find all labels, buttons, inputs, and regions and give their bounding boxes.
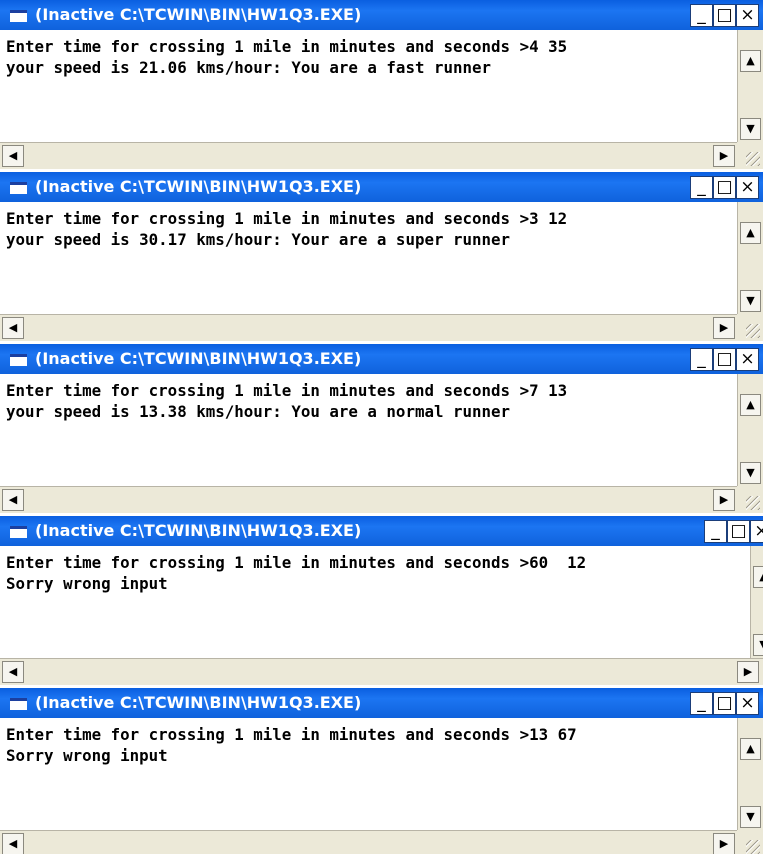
window-titlebar[interactable]: (Inactive C:\TCWIN\BIN\HW1Q3.EXE) _ □ × xyxy=(0,0,763,30)
console-line-prompt: Enter time for crossing 1 mile in minute… xyxy=(6,725,577,744)
close-button[interactable]: × xyxy=(736,692,759,715)
resize-grip-icon[interactable] xyxy=(737,486,763,513)
window-titlebar[interactable]: (Inactive C:\TCWIN\BIN\HW1Q3.EXE) _ □ × xyxy=(0,516,763,546)
window-title: (Inactive C:\TCWIN\BIN\HW1Q3.EXE) xyxy=(35,177,362,196)
window-titlebar[interactable]: (Inactive C:\TCWIN\BIN\HW1Q3.EXE) _ □ × xyxy=(0,344,763,374)
horizontal-scrollbar[interactable]: ◀ ▶ xyxy=(0,658,763,685)
vertical-scrollbar[interactable]: ▲ ▼ xyxy=(750,546,763,658)
console-window-4: (Inactive C:\TCWIN\BIN\HW1Q3.EXE) _ □ × … xyxy=(0,516,763,685)
maximize-button[interactable]: □ xyxy=(713,692,736,715)
minimize-button[interactable]: _ xyxy=(690,4,713,27)
console-line-result: Sorry wrong input xyxy=(6,746,168,765)
scroll-left-arrow-icon[interactable]: ◀ xyxy=(2,489,24,511)
console-window-2: (Inactive C:\TCWIN\BIN\HW1Q3.EXE) _ □ × … xyxy=(0,172,763,341)
scroll-right-arrow-icon[interactable]: ▶ xyxy=(713,317,735,339)
console-line-prompt: Enter time for crossing 1 mile in minute… xyxy=(6,381,568,400)
window-title: (Inactive C:\TCWIN\BIN\HW1Q3.EXE) xyxy=(35,349,362,368)
resize-grip-icon[interactable] xyxy=(737,830,763,854)
maximize-button[interactable]: □ xyxy=(713,348,736,371)
scroll-right-arrow-icon[interactable]: ▶ xyxy=(713,145,735,167)
horizontal-scrollbar[interactable]: ◀ ▶ xyxy=(0,830,737,854)
console-line-result: Sorry wrong input xyxy=(6,574,168,593)
scroll-left-arrow-icon[interactable]: ◀ xyxy=(2,661,24,683)
console-output[interactable]: Enter time for crossing 1 mile in minute… xyxy=(0,374,737,486)
scroll-left-arrow-icon[interactable]: ◀ xyxy=(2,145,24,167)
window-title: (Inactive C:\TCWIN\BIN\HW1Q3.EXE) xyxy=(35,693,362,712)
vertical-scrollbar[interactable]: ▲ ▼ xyxy=(737,30,763,142)
scroll-right-arrow-icon[interactable]: ▶ xyxy=(713,489,735,511)
scroll-left-arrow-icon[interactable]: ◀ xyxy=(2,833,24,854)
scroll-right-arrow-icon[interactable]: ▶ xyxy=(713,833,735,854)
scroll-down-arrow-icon[interactable]: ▼ xyxy=(740,462,761,484)
maximize-button[interactable]: □ xyxy=(727,520,750,543)
console-line-result: your speed is 30.17 kms/hour: Your are a… xyxy=(6,230,511,249)
console-line-prompt: Enter time for crossing 1 mile in minute… xyxy=(6,553,587,572)
vertical-scrollbar[interactable]: ▲ ▼ xyxy=(737,718,763,830)
console-line-prompt: Enter time for crossing 1 mile in minute… xyxy=(6,209,568,228)
window-title: (Inactive C:\TCWIN\BIN\HW1Q3.EXE) xyxy=(35,5,362,24)
vertical-scrollbar[interactable]: ▲ ▼ xyxy=(737,374,763,486)
console-window-icon[interactable] xyxy=(10,526,27,538)
console-window-icon[interactable] xyxy=(10,354,27,366)
scroll-up-arrow-icon[interactable]: ▲ xyxy=(740,222,761,244)
vertical-scrollbar[interactable]: ▲ ▼ xyxy=(737,202,763,314)
console-window-icon[interactable] xyxy=(10,10,27,22)
horizontal-scrollbar[interactable]: ◀ ▶ xyxy=(0,142,737,169)
minimize-button[interactable]: _ xyxy=(690,176,713,199)
console-line-result: your speed is 13.38 kms/hour: You are a … xyxy=(6,402,511,421)
close-button[interactable]: × xyxy=(736,348,759,371)
scroll-up-arrow-icon[interactable]: ▲ xyxy=(740,738,761,760)
window-titlebar[interactable]: (Inactive C:\TCWIN\BIN\HW1Q3.EXE) _ □ × xyxy=(0,688,763,718)
resize-grip-icon[interactable] xyxy=(737,142,763,169)
horizontal-scrollbar[interactable]: ◀ ▶ xyxy=(0,314,737,341)
console-output[interactable]: Enter time for crossing 1 mile in minute… xyxy=(0,30,737,142)
close-button[interactable]: × xyxy=(736,4,759,27)
scroll-down-arrow-icon[interactable]: ▼ xyxy=(740,806,761,828)
console-output[interactable]: Enter time for crossing 1 mile in minute… xyxy=(0,718,737,830)
minimize-button[interactable]: _ xyxy=(704,520,727,543)
scroll-down-arrow-icon[interactable]: ▼ xyxy=(740,290,761,312)
horizontal-scrollbar[interactable]: ◀ ▶ xyxy=(0,486,737,513)
console-window-icon[interactable] xyxy=(10,182,27,194)
resize-grip-icon[interactable] xyxy=(737,314,763,341)
scroll-up-arrow-icon[interactable]: ▲ xyxy=(740,50,761,72)
console-window-5: (Inactive C:\TCWIN\BIN\HW1Q3.EXE) _ □ × … xyxy=(0,688,763,854)
console-window-icon[interactable] xyxy=(10,698,27,710)
minimize-button[interactable]: _ xyxy=(690,348,713,371)
close-button[interactable]: × xyxy=(750,520,763,543)
minimize-button[interactable]: _ xyxy=(690,692,713,715)
console-output[interactable]: Enter time for crossing 1 mile in minute… xyxy=(0,202,737,314)
console-line-result: your speed is 21.06 kms/hour: You are a … xyxy=(6,58,492,77)
console-line-prompt: Enter time for crossing 1 mile in minute… xyxy=(6,37,568,56)
close-button[interactable]: × xyxy=(736,176,759,199)
window-title: (Inactive C:\TCWIN\BIN\HW1Q3.EXE) xyxy=(35,521,362,540)
console-window-3: (Inactive C:\TCWIN\BIN\HW1Q3.EXE) _ □ × … xyxy=(0,344,763,513)
console-output[interactable]: Enter time for crossing 1 mile in minute… xyxy=(0,546,750,658)
scroll-down-arrow-icon[interactable]: ▼ xyxy=(740,118,761,140)
scroll-up-arrow-icon[interactable]: ▲ xyxy=(740,394,761,416)
scroll-up-arrow-icon[interactable]: ▲ xyxy=(753,566,763,588)
maximize-button[interactable]: □ xyxy=(713,176,736,199)
maximize-button[interactable]: □ xyxy=(713,4,736,27)
window-titlebar[interactable]: (Inactive C:\TCWIN\BIN\HW1Q3.EXE) _ □ × xyxy=(0,172,763,202)
console-window-1: (Inactive C:\TCWIN\BIN\HW1Q3.EXE) _ □ × … xyxy=(0,0,763,169)
scroll-left-arrow-icon[interactable]: ◀ xyxy=(2,317,24,339)
scroll-right-arrow-icon[interactable]: ▶ xyxy=(737,661,759,683)
scroll-down-arrow-icon[interactable]: ▼ xyxy=(753,634,763,656)
